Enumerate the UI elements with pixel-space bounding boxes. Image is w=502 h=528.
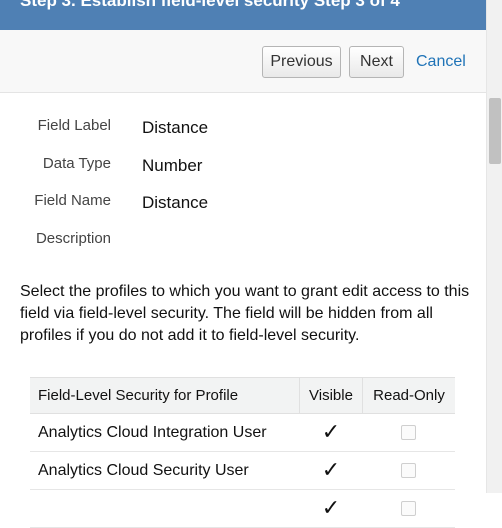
wizard-title: Step 3. Establish field-level security S… [20,0,400,10]
read-only-column-header: Read-Only [362,377,455,414]
profile-column-header: Field-Level Security for Profile [30,377,300,414]
table-header-row: Field-Level Security for Profile Visible… [30,377,455,414]
profile-security-table: Field-Level Security for Profile Visible… [30,377,455,528]
read-only-checkbox[interactable] [401,424,417,440]
wizard-header: Step 3. Establish field-level security S… [0,0,486,30]
description-row: Description [0,230,486,254]
vertical-scrollbar[interactable] [486,0,502,493]
table-row: ✓ [30,489,455,528]
profile-name: Analytics Cloud Security User [30,451,300,490]
read-only-checkbox[interactable] [401,462,417,478]
scrollbar-thumb[interactable] [489,98,501,164]
table-row: Analytics Cloud Integration User ✓ [30,413,455,452]
field-name-value: Distance [142,193,209,212]
field-name-row: Field Name Distance [0,192,486,216]
profile-name [30,489,300,528]
description-label: Description [35,230,111,247]
data-type-value: Number [142,156,203,175]
field-name-label: Field Name [34,192,111,209]
read-only-checkbox[interactable] [401,500,417,516]
data-type-row: Data Type Number [0,155,486,179]
table-row: Analytics Cloud Security User ✓ [30,451,455,490]
previous-button[interactable]: Previous [262,46,341,78]
data-type-label: Data Type [42,155,111,172]
next-button[interactable]: Next [349,46,404,78]
visible-checkbox[interactable]: ✓ [322,495,340,520]
field-label-row: Field Label Distance [0,117,486,141]
instructions-text: Select the profiles to which you want to… [20,283,470,344]
visible-checkbox[interactable]: ✓ [322,419,340,444]
field-label-value: Distance [142,118,209,137]
wizard-button-bar: Previous Next Cancel [0,30,486,93]
cancel-link[interactable]: Cancel [416,46,466,78]
field-label-label: Field Label [37,117,111,134]
visible-column-header: Visible [299,377,363,414]
profile-name: Analytics Cloud Integration User [30,413,300,452]
visible-checkbox[interactable]: ✓ [322,457,340,482]
